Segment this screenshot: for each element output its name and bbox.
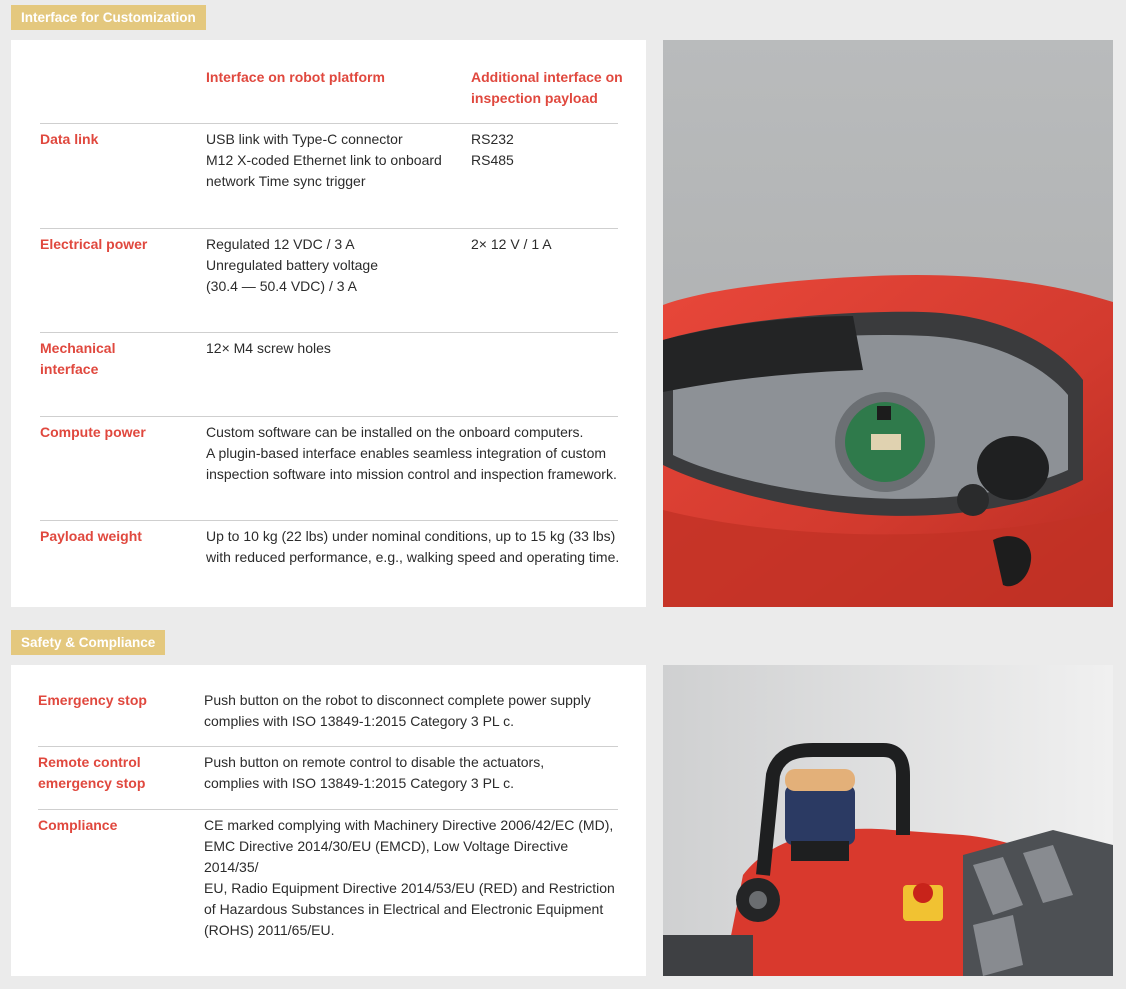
- row-label-mechanical-interface: Mechanical interface: [40, 340, 116, 377]
- row-divider: [40, 416, 618, 417]
- row-divider: [38, 746, 618, 747]
- row-value-mechanical-interface-platform: 12× M4 screw holes: [206, 340, 331, 356]
- row-value-electrical-power-platform: Regulated 12 VDC / 3 A Unregulated batte…: [206, 236, 378, 294]
- robot-lidar-emergency-stop-photo: [663, 665, 1113, 976]
- customization-spec-table: Interface on robot platform Additional i…: [11, 40, 646, 607]
- row-label-electrical-power: Electrical power: [40, 236, 148, 252]
- row-label-emergency-stop: Emergency stop: [38, 692, 147, 708]
- section-tag-safety: Safety & Compliance: [11, 630, 166, 655]
- row-value-remote-emergency-stop: Push button on remote control to disable…: [204, 754, 545, 791]
- row-value-compliance: CE marked complying with Machinery Direc…: [204, 817, 615, 938]
- row-value-electrical-power-payload: 2× 12 V / 1 A: [471, 236, 552, 252]
- row-label-remote-emergency-stop: Remote control emergency stop: [38, 754, 146, 791]
- row-divider: [38, 809, 618, 810]
- row-value-data-link-platform: USB link with Type-C connector M12 X-cod…: [206, 131, 442, 189]
- row-divider: [40, 123, 618, 124]
- row-divider: [40, 520, 618, 521]
- row-label-payload-weight: Payload weight: [40, 528, 142, 544]
- header-robot-platform: Interface on robot platform: [206, 69, 385, 85]
- row-value-compute-power: Custom software can be installed on the …: [206, 424, 617, 482]
- robot-payload-interface-photo: [663, 40, 1113, 607]
- row-divider: [40, 228, 618, 229]
- row-label-data-link: Data link: [40, 131, 99, 147]
- row-value-emergency-stop: Push button on the robot to disconnect c…: [204, 692, 591, 729]
- row-label-compute-power: Compute power: [40, 424, 146, 440]
- row-value-data-link-payload: RS232 RS485: [471, 131, 514, 168]
- row-label-compliance: Compliance: [38, 817, 118, 833]
- section-tag-customization: Interface for Customization: [11, 5, 206, 30]
- row-divider: [40, 332, 618, 333]
- row-value-payload-weight: Up to 10 kg (22 lbs) under nominal condi…: [206, 528, 620, 565]
- header-inspection-payload: Additional interface on inspection paylo…: [471, 69, 623, 106]
- safety-spec-table: Emergency stop Push button on the robot …: [11, 665, 646, 976]
